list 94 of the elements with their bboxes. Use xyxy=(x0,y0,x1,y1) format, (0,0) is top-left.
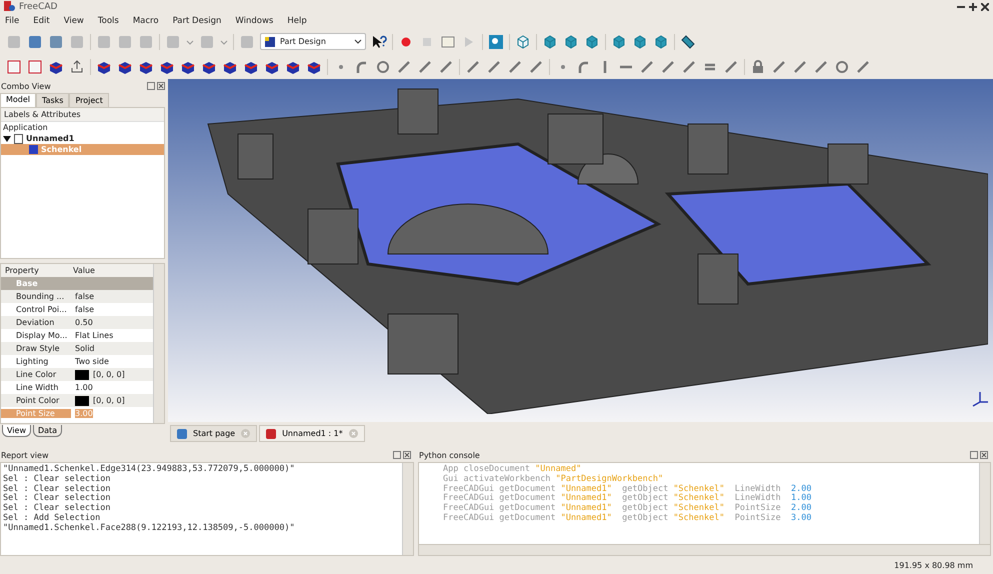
property-value[interactable]: false xyxy=(75,305,94,314)
cube-icon xyxy=(264,36,276,48)
color-swatch[interactable] xyxy=(75,396,89,406)
panel-title: Report view xyxy=(1,450,48,460)
ruler-icon[interactable] xyxy=(680,34,696,50)
scrollbar[interactable] xyxy=(979,463,990,544)
property-name[interactable]: Control Poi... xyxy=(1,305,71,314)
lock-icon[interactable] xyxy=(750,58,766,74)
property-name[interactable]: Display Mo... xyxy=(1,331,71,340)
whats-this-icon[interactable] xyxy=(371,34,387,50)
property-value[interactable]: Solid xyxy=(75,344,94,353)
property-name[interactable]: Line Width xyxy=(1,383,71,392)
log-line: Sel : Add Selection xyxy=(3,512,100,523)
circle-icon[interactable] xyxy=(834,58,850,74)
cube-view-icon[interactable] xyxy=(611,34,627,50)
tab[interactable]: View xyxy=(2,425,31,437)
close-icon[interactable] xyxy=(157,82,165,90)
tab[interactable]: Data xyxy=(32,425,62,437)
solid-shape-icon xyxy=(29,145,38,154)
float-icon[interactable] xyxy=(393,451,401,459)
tab[interactable]: Model xyxy=(0,93,36,107)
sketch-icon[interactable] xyxy=(6,58,22,74)
property-name[interactable]: Lighting xyxy=(1,357,71,366)
property-name[interactable]: Line Color xyxy=(1,370,71,379)
color-swatch[interactable] xyxy=(75,370,89,380)
console-line: FreeCADGui getDocument "Unnamed1" getObject "Schenkel" LineWidth 1.00 xyxy=(443,493,812,504)
console-line: FreeCADGui getDocument "Unnamed1" getObject "Schenkel" PointSize 2.00 xyxy=(443,503,812,514)
property-value[interactable]: 1.00 xyxy=(75,383,93,392)
scrollbar[interactable] xyxy=(418,545,991,556)
document-tab[interactable]: Start page xyxy=(170,425,258,442)
property-value[interactable]: [0, 0, 0] xyxy=(93,396,125,405)
property-value[interactable]: 0.50 xyxy=(75,318,93,327)
log-line: Sel : Clear selection xyxy=(3,474,110,484)
menu-item[interactable]: Tools xyxy=(98,16,119,26)
line-icon[interactable] xyxy=(396,58,412,74)
panel-title: Combo View xyxy=(1,82,51,90)
property-value[interactable]: Two side xyxy=(75,357,109,366)
close-icon[interactable] xyxy=(981,2,989,10)
log-line: "Unnamed1.Schenkel.Face288(9.122193,12.138509,-5.000000)" xyxy=(3,522,295,533)
log-line: Sel : Clear selection xyxy=(3,484,110,494)
upload-icon[interactable] xyxy=(69,58,85,74)
menu-item[interactable]: Help xyxy=(287,16,307,26)
cube-view-icon[interactable] xyxy=(632,34,648,50)
column-header: Labels & Attributes xyxy=(1,108,164,122)
tree-item[interactable]: Application xyxy=(3,123,48,132)
cube-view-icon[interactable] xyxy=(563,34,579,50)
close-icon[interactable] xyxy=(980,451,988,459)
property-value[interactable]: [0, 0, 0] xyxy=(93,370,125,379)
console-line: Gui activateWorkbench "PartDesignWorkbench" xyxy=(443,474,664,484)
scrollbar[interactable] xyxy=(153,264,164,423)
float-icon[interactable] xyxy=(147,82,155,90)
cube-view-icon[interactable] xyxy=(653,34,669,50)
menu-item[interactable]: Edit xyxy=(33,16,50,26)
panel-title: Python console xyxy=(419,450,480,460)
app-logo-icon xyxy=(4,1,15,12)
document-tab[interactable]: Unnamed1 : 1* xyxy=(259,425,365,442)
menu-item[interactable]: Windows xyxy=(235,16,274,26)
console-line: FreeCADGui getDocument "Unnamed1" getObject "Schenkel" LineWidth 2.00 xyxy=(443,484,812,494)
menu-item[interactable]: View xyxy=(64,16,84,26)
menu-item[interactable]: Part Design xyxy=(172,16,222,26)
zoom-icon[interactable] xyxy=(488,34,504,50)
column-header: Property xyxy=(4,266,40,275)
property-name[interactable]: Point Color xyxy=(1,396,71,405)
expand-arrow-icon[interactable] xyxy=(3,134,11,142)
window-title: FreeCAD xyxy=(19,2,58,12)
property-name[interactable]: Deviation xyxy=(1,318,71,327)
workbench-dropdown[interactable]: Part Design xyxy=(260,33,366,50)
cube-view-icon[interactable] xyxy=(515,34,531,50)
column-header: Value xyxy=(72,266,96,275)
scrollbar[interactable] xyxy=(402,463,413,555)
property-group: Base xyxy=(16,279,38,288)
log-line: Sel : Clear selection xyxy=(3,503,110,514)
caret-icon xyxy=(354,38,362,46)
float-icon[interactable] xyxy=(970,451,978,459)
status-text: 191.95 x 80.98 mm xyxy=(894,560,973,570)
tab[interactable]: Project xyxy=(69,93,109,107)
property-value[interactable]: false xyxy=(75,292,94,301)
maximize-icon[interactable] xyxy=(969,2,977,10)
property-value[interactable]: Flat Lines xyxy=(75,331,114,340)
menu-item[interactable]: Macro xyxy=(132,16,159,26)
tree-item[interactable]: Unnamed1 xyxy=(26,134,74,143)
console-line: FreeCADGui getDocument "Unnamed1" getObject "Schenkel" PointSize 3.00 xyxy=(443,512,812,523)
menu-item[interactable]: File xyxy=(5,16,20,26)
log-line: Sel : Clear selection xyxy=(3,493,110,504)
close-icon[interactable] xyxy=(403,451,411,459)
console-line: App closeDocument "Unnamed" xyxy=(443,464,582,474)
log-line: "Unnamed1.Schenkel.Edge314(23.949883,53.772079,5.000000)" xyxy=(3,464,295,474)
property-name[interactable]: Draw Style xyxy=(1,344,71,353)
cube-view-icon[interactable] xyxy=(584,34,600,50)
sketch-icon[interactable] xyxy=(27,58,43,74)
circle-icon[interactable] xyxy=(375,58,391,74)
tab[interactable]: Tasks xyxy=(36,93,70,107)
cube-view-icon[interactable] xyxy=(542,34,558,50)
property-name[interactable]: Bounding ... xyxy=(1,292,71,301)
